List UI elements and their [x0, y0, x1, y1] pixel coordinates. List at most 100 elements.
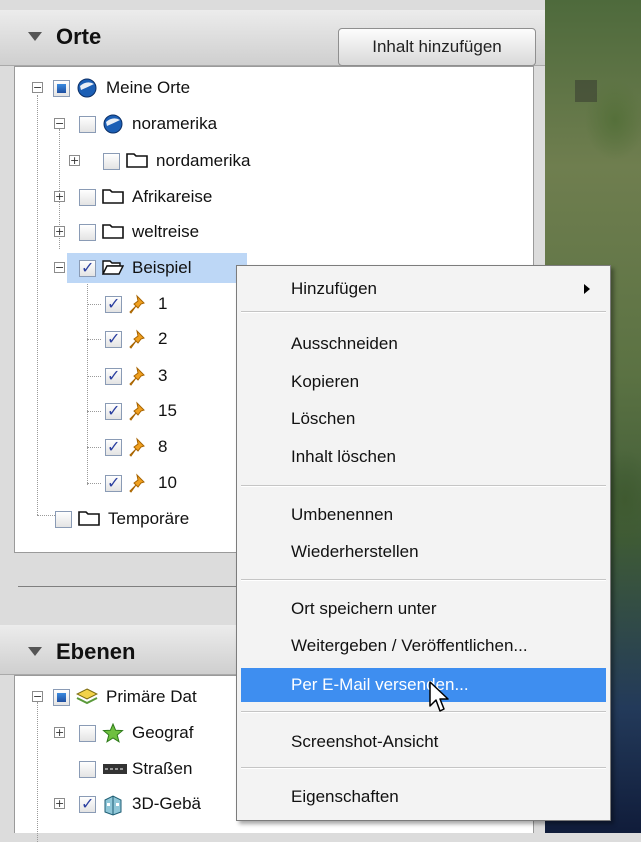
tree-item-beispiel[interactable]: Beispiel [67, 253, 247, 283]
tree-item-label: 1 [158, 294, 168, 313]
menu-separator [241, 579, 606, 581]
tree-item-placemark[interactable]: 3 [105, 361, 167, 391]
menu-item-eigenschaften[interactable]: Eigenschaften [241, 780, 606, 814]
menu-item-loeschen[interactable]: Löschen [241, 402, 606, 436]
pushpin-icon [128, 366, 150, 386]
ebenen-title-label: Ebenen [56, 639, 136, 664]
tree-item-meine-orte[interactable]: Meine Orte [53, 73, 190, 103]
earth-icon [76, 78, 98, 98]
tree-item-nordamerika[interactable]: nordamerika [103, 146, 251, 176]
tree-item-placemark[interactable]: 2 [105, 324, 167, 354]
orte-panel-header: Orte Inhalt hinzufügen [0, 10, 545, 66]
tree-checkbox[interactable] [103, 152, 120, 170]
tree-checkbox[interactable] [105, 401, 122, 420]
menu-separator [241, 485, 606, 487]
pushpin-icon [128, 401, 150, 421]
folder-icon [102, 187, 124, 207]
tree-item-label: Beispiel [132, 258, 192, 277]
tree-checkbox[interactable] [105, 294, 122, 313]
expand-toggle[interactable]: + [69, 155, 80, 166]
tree-item-placemark[interactable]: 8 [105, 432, 167, 462]
tree-item-label: Temporäre [108, 509, 190, 528]
tree-checkbox[interactable] [55, 510, 72, 528]
layers-icon [76, 687, 98, 707]
ebenen-panel-title[interactable]: Ebenen [28, 639, 135, 665]
menu-item-per-email[interactable]: Per E-Mail versenden... [241, 668, 606, 702]
folder-icon [126, 151, 148, 171]
road-icon [102, 759, 127, 779]
tree-checkbox[interactable] [79, 115, 96, 133]
context-menu: Hinzufügen Ausschneiden Kopieren Löschen… [236, 265, 611, 821]
submenu-arrow-icon [584, 284, 590, 294]
orte-title-label: Orte [56, 24, 102, 49]
tree-item-placemark[interactable]: 15 [105, 396, 177, 426]
tree-item-label: 3 [158, 366, 168, 385]
collapse-triangle-icon[interactable] [28, 646, 42, 656]
expand-toggle[interactable]: + [54, 191, 65, 202]
tree-checkbox[interactable] [53, 79, 70, 97]
collapse-toggle[interactable]: − [54, 118, 65, 129]
tree-item-label: Meine Orte [106, 78, 191, 97]
building-icon [102, 794, 124, 816]
folder-icon [102, 222, 124, 242]
tree-item-label: Primäre Dat [106, 687, 197, 706]
menu-item-label: Hinzufügen [291, 279, 378, 298]
orte-panel-title[interactable]: Orte [28, 24, 101, 50]
tree-item-noramerika[interactable]: noramerika [79, 109, 217, 139]
menu-item-wiederherstellen[interactable]: Wiederherstellen [241, 535, 606, 569]
layer-item-primary[interactable]: Primäre Dat [53, 682, 197, 712]
menu-item-hinzufuegen[interactable]: Hinzufügen [241, 272, 606, 306]
tree-item-afrikareise[interactable]: Afrikareise [79, 182, 212, 212]
tree-item-label: 8 [158, 437, 168, 456]
pushpin-icon [128, 329, 150, 349]
tree-checkbox[interactable] [79, 760, 96, 778]
tree-item-label: Geograf [132, 723, 194, 742]
menu-item-weitergeben[interactable]: Weitergeben / Veröffentlichen... [241, 629, 606, 663]
layer-item-strassen[interactable]: Straßen [79, 754, 192, 784]
layer-item-3d-gebaeude[interactable]: 3D-Gebä [79, 789, 201, 819]
open-folder-icon [102, 258, 124, 278]
tree-checkbox[interactable] [53, 688, 70, 706]
tree-item-weltreise[interactable]: weltreise [79, 217, 199, 247]
tree-checkbox[interactable] [79, 258, 96, 277]
tree-checkbox[interactable] [105, 473, 122, 492]
menu-item-kopieren[interactable]: Kopieren [241, 365, 606, 399]
tree-item-placemark[interactable]: 10 [105, 468, 177, 498]
tree-checkbox[interactable] [79, 724, 96, 742]
mouse-cursor-icon [429, 681, 449, 712]
menu-separator [241, 711, 606, 713]
layer-item-geografie[interactable]: Geograf [79, 718, 193, 748]
tree-item-label: weltreise [132, 222, 200, 241]
menu-item-ausschneiden[interactable]: Ausschneiden [241, 327, 606, 361]
tree-item-label: 15 [158, 401, 177, 420]
tree-checkbox[interactable] [105, 329, 122, 348]
add-content-button[interactable]: Inhalt hinzufügen [338, 28, 536, 66]
tree-checkbox[interactable] [105, 437, 122, 456]
pushpin-icon [128, 437, 150, 457]
menu-item-screenshot-ansicht[interactable]: Screenshot-Ansicht [241, 725, 606, 759]
tree-item-label: nordamerika [156, 151, 251, 170]
tree-item-label: Straßen [132, 759, 193, 778]
expand-toggle[interactable]: + [54, 226, 65, 237]
tree-checkbox[interactable] [79, 794, 96, 813]
tree-item-label: noramerika [132, 114, 218, 133]
folder-icon [78, 509, 100, 529]
menu-item-inhalt-loeschen[interactable]: Inhalt löschen [241, 440, 606, 474]
menu-item-ort-speichern[interactable]: Ort speichern unter [241, 592, 606, 626]
tree-checkbox[interactable] [105, 366, 122, 385]
expand-toggle[interactable]: + [54, 727, 65, 738]
tree-item-label: 10 [158, 473, 177, 492]
collapse-toggle[interactable]: − [32, 691, 43, 702]
pushpin-icon [128, 294, 150, 314]
collapse-triangle-icon[interactable] [28, 31, 42, 41]
earth-icon [102, 114, 124, 134]
collapse-toggle[interactable]: − [32, 82, 43, 93]
collapse-toggle[interactable]: − [54, 262, 65, 273]
expand-toggle[interactable]: + [54, 798, 65, 809]
tree-checkbox[interactable] [79, 223, 96, 241]
menu-item-umbenennen[interactable]: Umbenennen [241, 498, 606, 532]
tree-item-placemark[interactable]: 1 [105, 289, 167, 319]
pushpin-icon [128, 473, 150, 493]
tree-checkbox[interactable] [79, 188, 96, 206]
tree-item-temporaere[interactable]: Temporäre [55, 504, 189, 534]
